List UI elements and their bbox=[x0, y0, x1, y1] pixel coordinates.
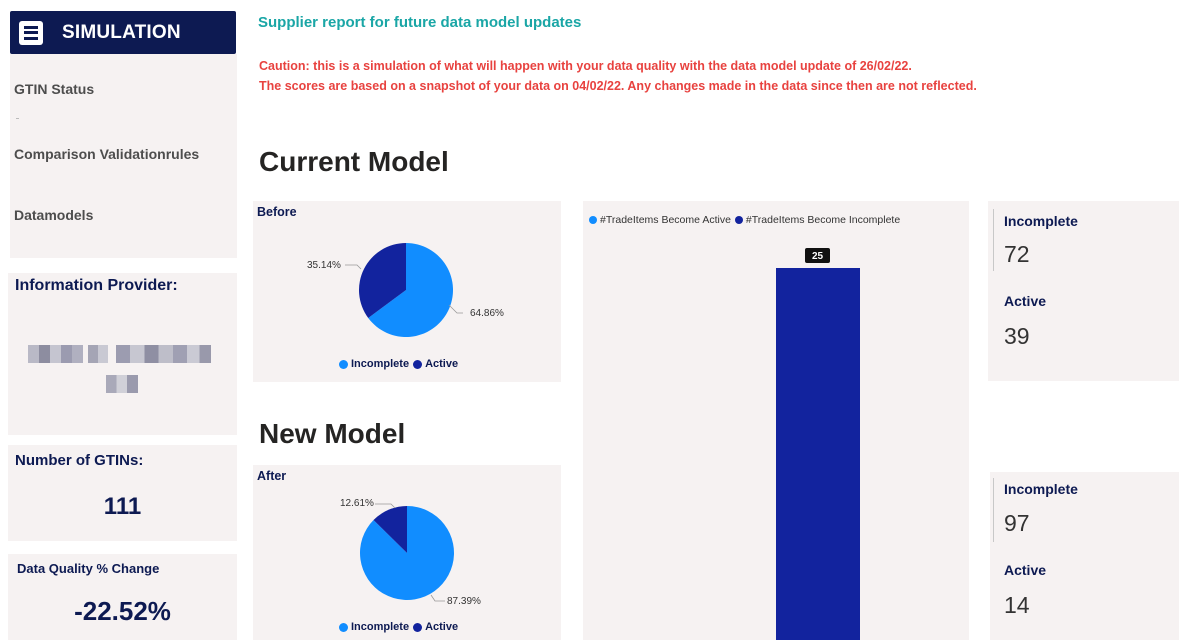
before-leader-incomplete bbox=[448, 304, 463, 314]
legend-active-dot bbox=[413, 359, 423, 369]
before-pie-slices bbox=[359, 243, 453, 337]
trade-items-bar-chart: 25 bbox=[776, 248, 860, 640]
before-pie-chart bbox=[345, 243, 463, 337]
kpi-divider bbox=[993, 209, 994, 271]
nav-item-datamodels[interactable]: Datamodels bbox=[14, 207, 93, 223]
after-pie-slices bbox=[360, 506, 454, 600]
hamburger-menu-icon[interactable] bbox=[19, 20, 43, 45]
current-active-value: 39 bbox=[1004, 323, 1030, 349]
data-quality-change-title: Data Quality % Change bbox=[17, 561, 160, 576]
kpi-divider bbox=[993, 478, 994, 542]
legend-incomplete-label: Incomplete bbox=[351, 358, 410, 370]
after-legend: Incomplete Active bbox=[339, 621, 458, 633]
current-kpi-card: Incomplete 72 Active 39 bbox=[988, 201, 1179, 381]
caution-line-1: Caution: this is a simulation of what wi… bbox=[259, 59, 912, 73]
trade-items-bar-card: #TradeItems Become Active #TradeItems Be… bbox=[583, 201, 969, 640]
current-incomplete-value: 72 bbox=[1004, 241, 1030, 267]
new-incomplete-value: 97 bbox=[1004, 510, 1030, 536]
after-active-pct-label: 12.61% bbox=[340, 498, 374, 509]
after-pie-chart bbox=[360, 503, 454, 602]
legend-incomplete-label: Incomplete bbox=[351, 621, 410, 633]
after-leader-active bbox=[375, 503, 396, 509]
nav-menu: GTIN Status Comparison Validationrules D… bbox=[10, 54, 237, 258]
number-of-gtins-card: Number of GTINs: 111 bbox=[8, 445, 237, 541]
data-quality-change-value: -22.52% bbox=[74, 596, 171, 626]
legend-incomplete-dot bbox=[339, 359, 348, 369]
after-pie-card: After 12.61% 87.39% Incomplete Active bbox=[253, 465, 561, 640]
nav-header: SIMULATION bbox=[10, 11, 236, 54]
new-incomplete-label: Incomplete bbox=[1004, 481, 1078, 497]
after-incomplete-pct-label: 87.39% bbox=[447, 596, 481, 607]
nav-title: SIMULATION bbox=[62, 21, 181, 43]
before-leader-active bbox=[345, 264, 362, 270]
before-incomplete-pct-label: 64.86% bbox=[470, 308, 504, 319]
new-kpi-card: Incomplete 97 Active 14 bbox=[990, 472, 1179, 640]
bar-data-label: 25 bbox=[812, 251, 824, 262]
data-quality-change-card: Data Quality % Change -22.52% bbox=[8, 554, 237, 640]
report-title: Supplier report for future data model up… bbox=[258, 14, 582, 31]
before-legend: Incomplete Active bbox=[339, 358, 458, 370]
new-active-label: Active bbox=[1004, 562, 1047, 578]
bar-become-incomplete[interactable] bbox=[776, 268, 860, 640]
information-provider-card: Information Provider: bbox=[8, 273, 237, 435]
before-active-pct-label: 35.14% bbox=[307, 260, 341, 271]
before-pie-card: Before 35.14% 64.86% Incomplete Active bbox=[253, 201, 561, 382]
nav-item-gtin-status[interactable]: GTIN Status bbox=[14, 81, 94, 97]
legend-active-dot bbox=[413, 622, 423, 632]
caution-line-2: The scores are based on a snapshot of yo… bbox=[259, 79, 977, 93]
new-active-value: 14 bbox=[1004, 592, 1030, 618]
nav-divider bbox=[16, 118, 19, 119]
nav-item-comparison-validationrules[interactable]: Comparison Validationrules bbox=[14, 146, 199, 162]
legend-incomplete-dot bbox=[339, 622, 348, 632]
legend-active-label: Active bbox=[425, 621, 459, 633]
after-leader-incomplete bbox=[430, 594, 445, 602]
current-model-title: Current Model bbox=[259, 146, 449, 177]
current-active-label: Active bbox=[1004, 293, 1047, 309]
current-incomplete-label: Incomplete bbox=[1004, 213, 1078, 229]
new-model-title: New Model bbox=[259, 418, 406, 449]
information-provider-title: Information Provider: bbox=[15, 277, 178, 294]
legend-active-label: Active bbox=[425, 358, 459, 370]
number-of-gtins-value: 111 bbox=[103, 493, 142, 520]
number-of-gtins-title: Number of GTINs: bbox=[15, 452, 144, 469]
